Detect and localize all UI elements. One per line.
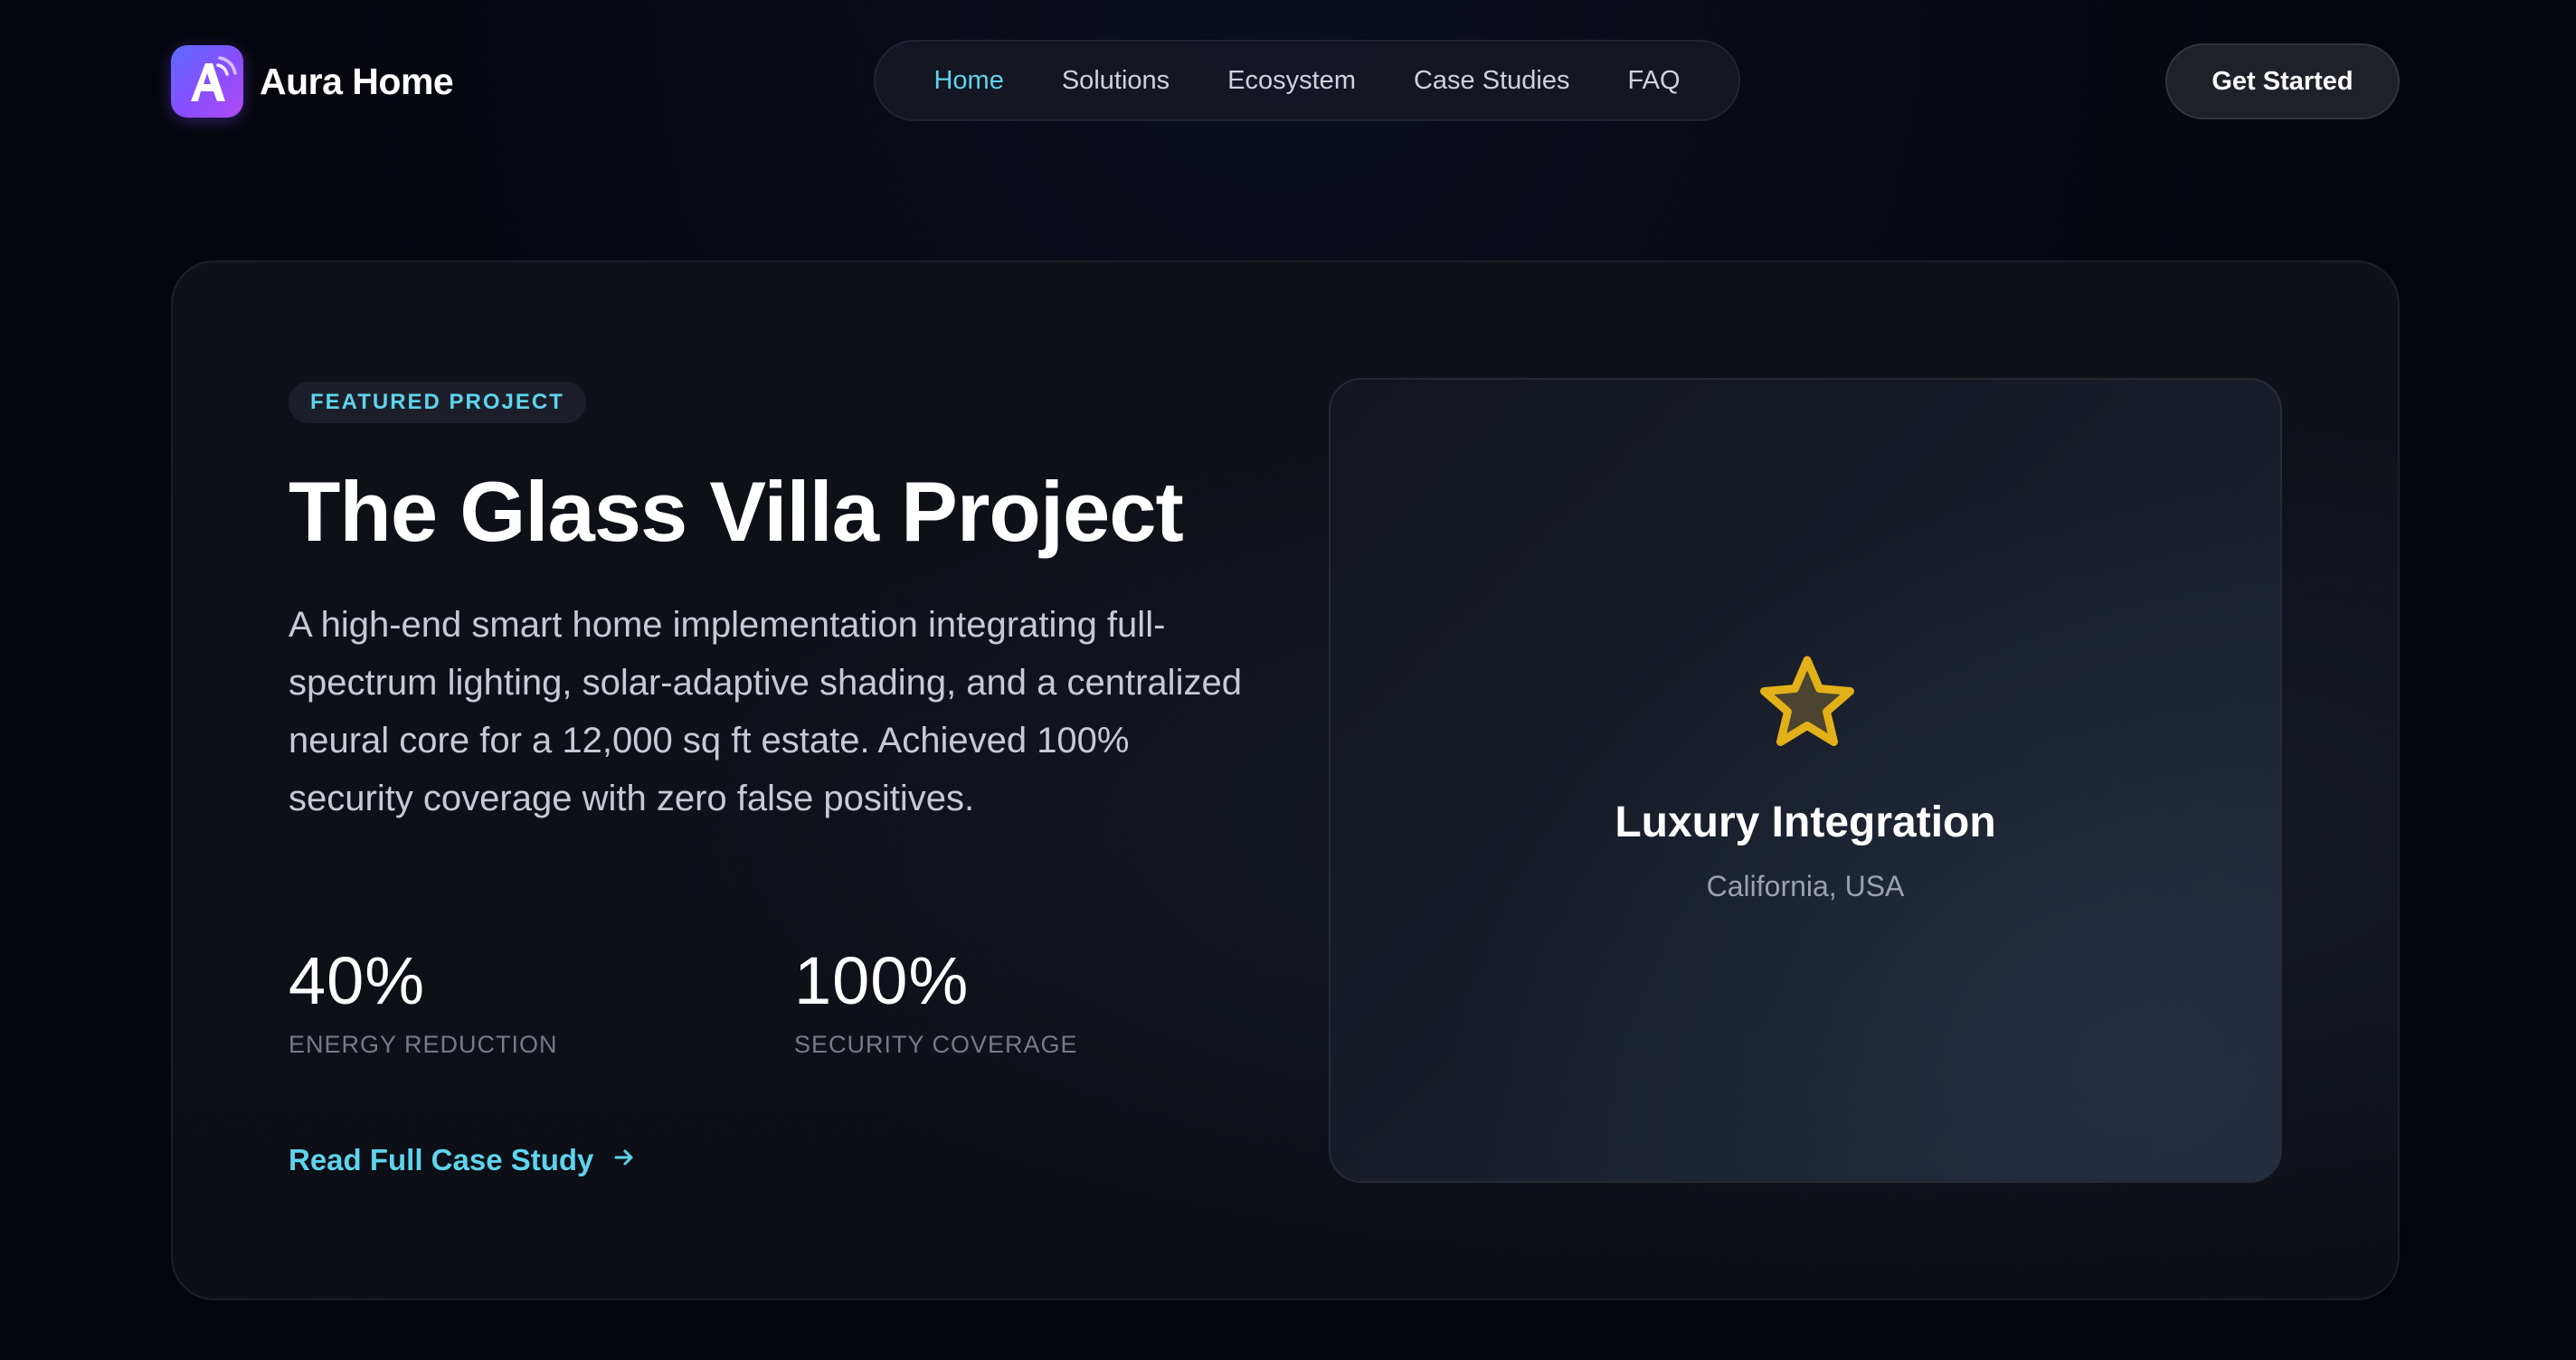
site-header: Aura Home Home Solutions Ecosystem Case …: [0, 0, 2576, 163]
visual-title: Luxury Integration: [1615, 798, 1996, 846]
stat-label: ENERGY REDUCTION: [289, 1031, 558, 1058]
get-started-button[interactable]: Get Started: [2165, 43, 2400, 119]
project-visual-panel: Luxury Integration California, USA: [1329, 378, 2282, 1183]
nav-item-ecosystem[interactable]: Ecosystem: [1198, 66, 1385, 96]
stat-security: 100% SECURITY COVERAGE: [794, 940, 1078, 1059]
brand-home-link[interactable]: Aura Home: [171, 44, 454, 118]
read-case-study-link[interactable]: Read Full Case Study: [289, 1138, 637, 1183]
project-title: The Glass Villa Project: [289, 464, 1184, 559]
nav-item-case-studies[interactable]: Case Studies: [1385, 66, 1599, 96]
project-description: A high-end smart home implementation int…: [289, 605, 1242, 818]
nav-item-faq[interactable]: FAQ: [1598, 66, 1709, 96]
nav-item-home[interactable]: Home: [904, 66, 1032, 96]
stat-energy: 40% ENERGY REDUCTION: [289, 940, 558, 1059]
nav-item-solutions[interactable]: Solutions: [1033, 66, 1198, 96]
arrow-right-icon: [611, 1143, 637, 1177]
visual-subtitle: California, USA: [1706, 870, 1905, 902]
featured-badge: FEATURED PROJECT: [289, 382, 586, 423]
brand-logo-icon: [171, 45, 243, 118]
stat-value: 40%: [289, 943, 426, 1018]
main-nav: Home Solutions Ecosystem Case Studies FA…: [874, 40, 1740, 121]
brand-name: Aura Home: [260, 60, 454, 102]
logo-glyph: [191, 56, 237, 101]
stat-label: SECURITY COVERAGE: [794, 1031, 1078, 1058]
star-icon: [1753, 651, 1861, 760]
read-case-study-label: Read Full Case Study: [289, 1143, 594, 1176]
stat-value: 100%: [794, 943, 970, 1018]
